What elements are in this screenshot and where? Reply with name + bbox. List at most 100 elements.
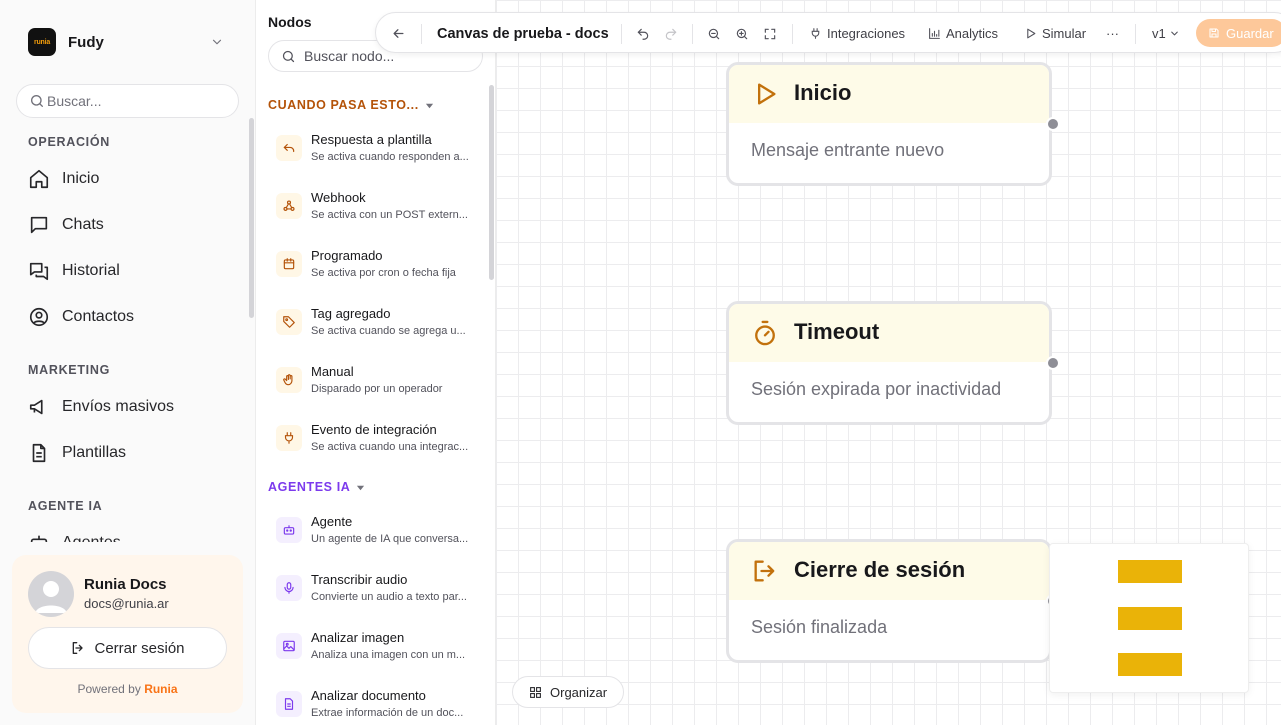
document-icon [28, 442, 50, 464]
node-panel: Nodos CUANDO PASA ESTO... Respuesta a pl… [256, 0, 496, 725]
node-subtitle: Sesión finalizada [751, 617, 888, 637]
flow-node-timeout[interactable]: Timeout Sesión expirada por inactividad [726, 301, 1060, 425]
hand-icon [276, 367, 302, 393]
zoom-in-button[interactable] [735, 13, 749, 54]
node-item-tag-agregado[interactable]: Tag agregado Se activa cuando se agrega … [276, 306, 476, 357]
sidebar-item-label: Historial [62, 262, 120, 279]
organize-label: Organizar [550, 684, 608, 700]
back-button[interactable] [391, 13, 406, 54]
sidebar-item-agentes[interactable]: Agentes [28, 527, 238, 542]
save-icon [1208, 27, 1220, 39]
sidebar-item-inicio[interactable]: Inicio [28, 163, 238, 195]
node-item-analizar-imagen[interactable]: Analizar imagen Analiza una imagen con u… [276, 630, 476, 681]
save-button[interactable]: Guardar [1196, 19, 1281, 47]
node-item-name: Tag agregado [311, 306, 391, 321]
toolbar-divider [692, 24, 693, 44]
more-options-button[interactable]: ··· [1106, 13, 1119, 54]
zoom-out-icon [707, 27, 721, 41]
contacts-icon [28, 306, 50, 328]
analytics-button[interactable]: Analytics [928, 13, 998, 54]
toolbar-divider [421, 24, 422, 44]
zoom-in-icon [735, 27, 749, 41]
organize-button[interactable]: Organizar [512, 676, 624, 708]
fit-view-button[interactable] [763, 13, 777, 54]
flow-node-inicio[interactable]: Inicio Mensaje entrante nuevo [726, 62, 1060, 186]
sidebar-item-chats[interactable]: Chats [28, 209, 238, 241]
integrations-button[interactable]: Integraciones [809, 13, 905, 54]
section-title-operacion: OPERACIÓN [28, 135, 111, 149]
chevron-down-icon[interactable] [210, 35, 224, 49]
logout-icon [70, 640, 86, 656]
caret-down-icon [425, 101, 434, 110]
output-handle[interactable] [1046, 117, 1060, 131]
workspace-switcher[interactable]: runia Fudy [16, 22, 238, 62]
node-item-desc: Disparado por un operador [311, 383, 443, 395]
panel-title: Nodos [268, 14, 312, 30]
avatar [28, 571, 74, 617]
toolbar-divider [621, 24, 622, 44]
home-icon [28, 168, 50, 190]
node-item-desc: Extrae información de un doc... [311, 707, 464, 719]
play-icon [751, 80, 779, 108]
popover-bar [1118, 653, 1182, 676]
node-item-name: Agente [311, 514, 353, 529]
logout-label: Cerrar sesión [94, 639, 185, 657]
category-ai-agents[interactable]: AGENTES IA [268, 480, 365, 494]
simulate-button[interactable]: Simular [1024, 13, 1086, 54]
save-label: Guardar [1226, 25, 1274, 41]
zoom-out-button[interactable] [707, 13, 721, 54]
sidebar-scrollbar[interactable] [249, 118, 254, 318]
node-item-desc: Un agente de IA que conversa... [311, 533, 469, 545]
version-select[interactable]: v1 [1152, 13, 1180, 54]
search-icon [281, 49, 296, 64]
node-item-manual[interactable]: Manual Disparado por un operador [276, 364, 476, 415]
output-handle[interactable] [1046, 356, 1060, 370]
workspace-name: Fudy [68, 33, 104, 51]
brand-link[interactable]: Runia [144, 682, 177, 696]
node-item-evento-integracion[interactable]: Evento de integración Se activa cuando u… [276, 422, 476, 473]
sidebar-item-contactos[interactable]: Contactos [28, 301, 238, 333]
node-header: Inicio [729, 65, 1049, 123]
sidebar-item-historial[interactable]: Historial [28, 255, 238, 287]
flow-canvas[interactable]: Inicio Mensaje entrante nuevo Timeout Se… [496, 0, 1281, 725]
node-title: Cierre de sesión [794, 557, 966, 582]
node-item-desc: Se activa con un POST extern... [311, 209, 468, 221]
more-icon: ··· [1106, 26, 1119, 41]
node-item-respuesta-plantilla[interactable]: Respuesta a plantilla Se activa cuando r… [276, 132, 476, 183]
sidebar: runia Fudy OPERACIÓN Inicio Chats Histor… [0, 0, 256, 725]
calendar-icon [276, 251, 302, 277]
version-label: v1 [1152, 26, 1166, 41]
node-item-name: Evento de integración [311, 422, 437, 437]
grid-icon [529, 686, 542, 699]
fullscreen-icon [763, 27, 777, 41]
panel-scrollbar[interactable] [489, 85, 494, 280]
node-item-analizar-documento[interactable]: Analizar documento Extrae información de… [276, 688, 476, 725]
category-triggers[interactable]: CUANDO PASA ESTO... [268, 98, 434, 112]
logout-button[interactable]: Cerrar sesión [28, 627, 227, 669]
toolbar-divider [1135, 24, 1136, 44]
sidebar-item-plantillas[interactable]: Plantillas [28, 437, 238, 469]
node-header: Timeout [729, 304, 1049, 362]
webhook-icon [276, 193, 302, 219]
sidebar-item-envios-masivos[interactable]: Envíos masivos [28, 391, 238, 423]
node-item-name: Programado [311, 248, 383, 263]
node-item-webhook[interactable]: Webhook Se activa con un POST extern... [276, 190, 476, 241]
node-item-transcribir-audio[interactable]: Transcribir audio Convierte un audio a t… [276, 572, 476, 623]
sidebar-nav: OPERACIÓN Inicio Chats Historial Contact… [0, 120, 255, 542]
powered-by: Powered by Runia [77, 682, 178, 696]
flow-node-cierre-sesion[interactable]: Cierre de sesión Sesión finalizada [726, 539, 1060, 663]
node-item-name: Analizar imagen [311, 630, 405, 645]
redo-icon [664, 27, 678, 41]
sidebar-item-label: Inicio [62, 170, 100, 187]
reply-icon [276, 135, 302, 161]
node-item-programado[interactable]: Programado Se activa por cron o fecha fi… [276, 248, 476, 299]
sidebar-search[interactable] [16, 84, 239, 118]
sidebar-item-label: Plantillas [62, 444, 127, 461]
node-header: Cierre de sesión [729, 542, 1049, 600]
node-item-agente[interactable]: Agente Un agente de IA que conversa... [276, 514, 476, 565]
sidebar-search-input[interactable] [47, 93, 227, 109]
redo-button[interactable] [664, 13, 678, 54]
section-title-marketing: MARKETING [28, 363, 110, 377]
undo-button[interactable] [636, 13, 650, 54]
node-item-name: Manual [311, 364, 354, 379]
